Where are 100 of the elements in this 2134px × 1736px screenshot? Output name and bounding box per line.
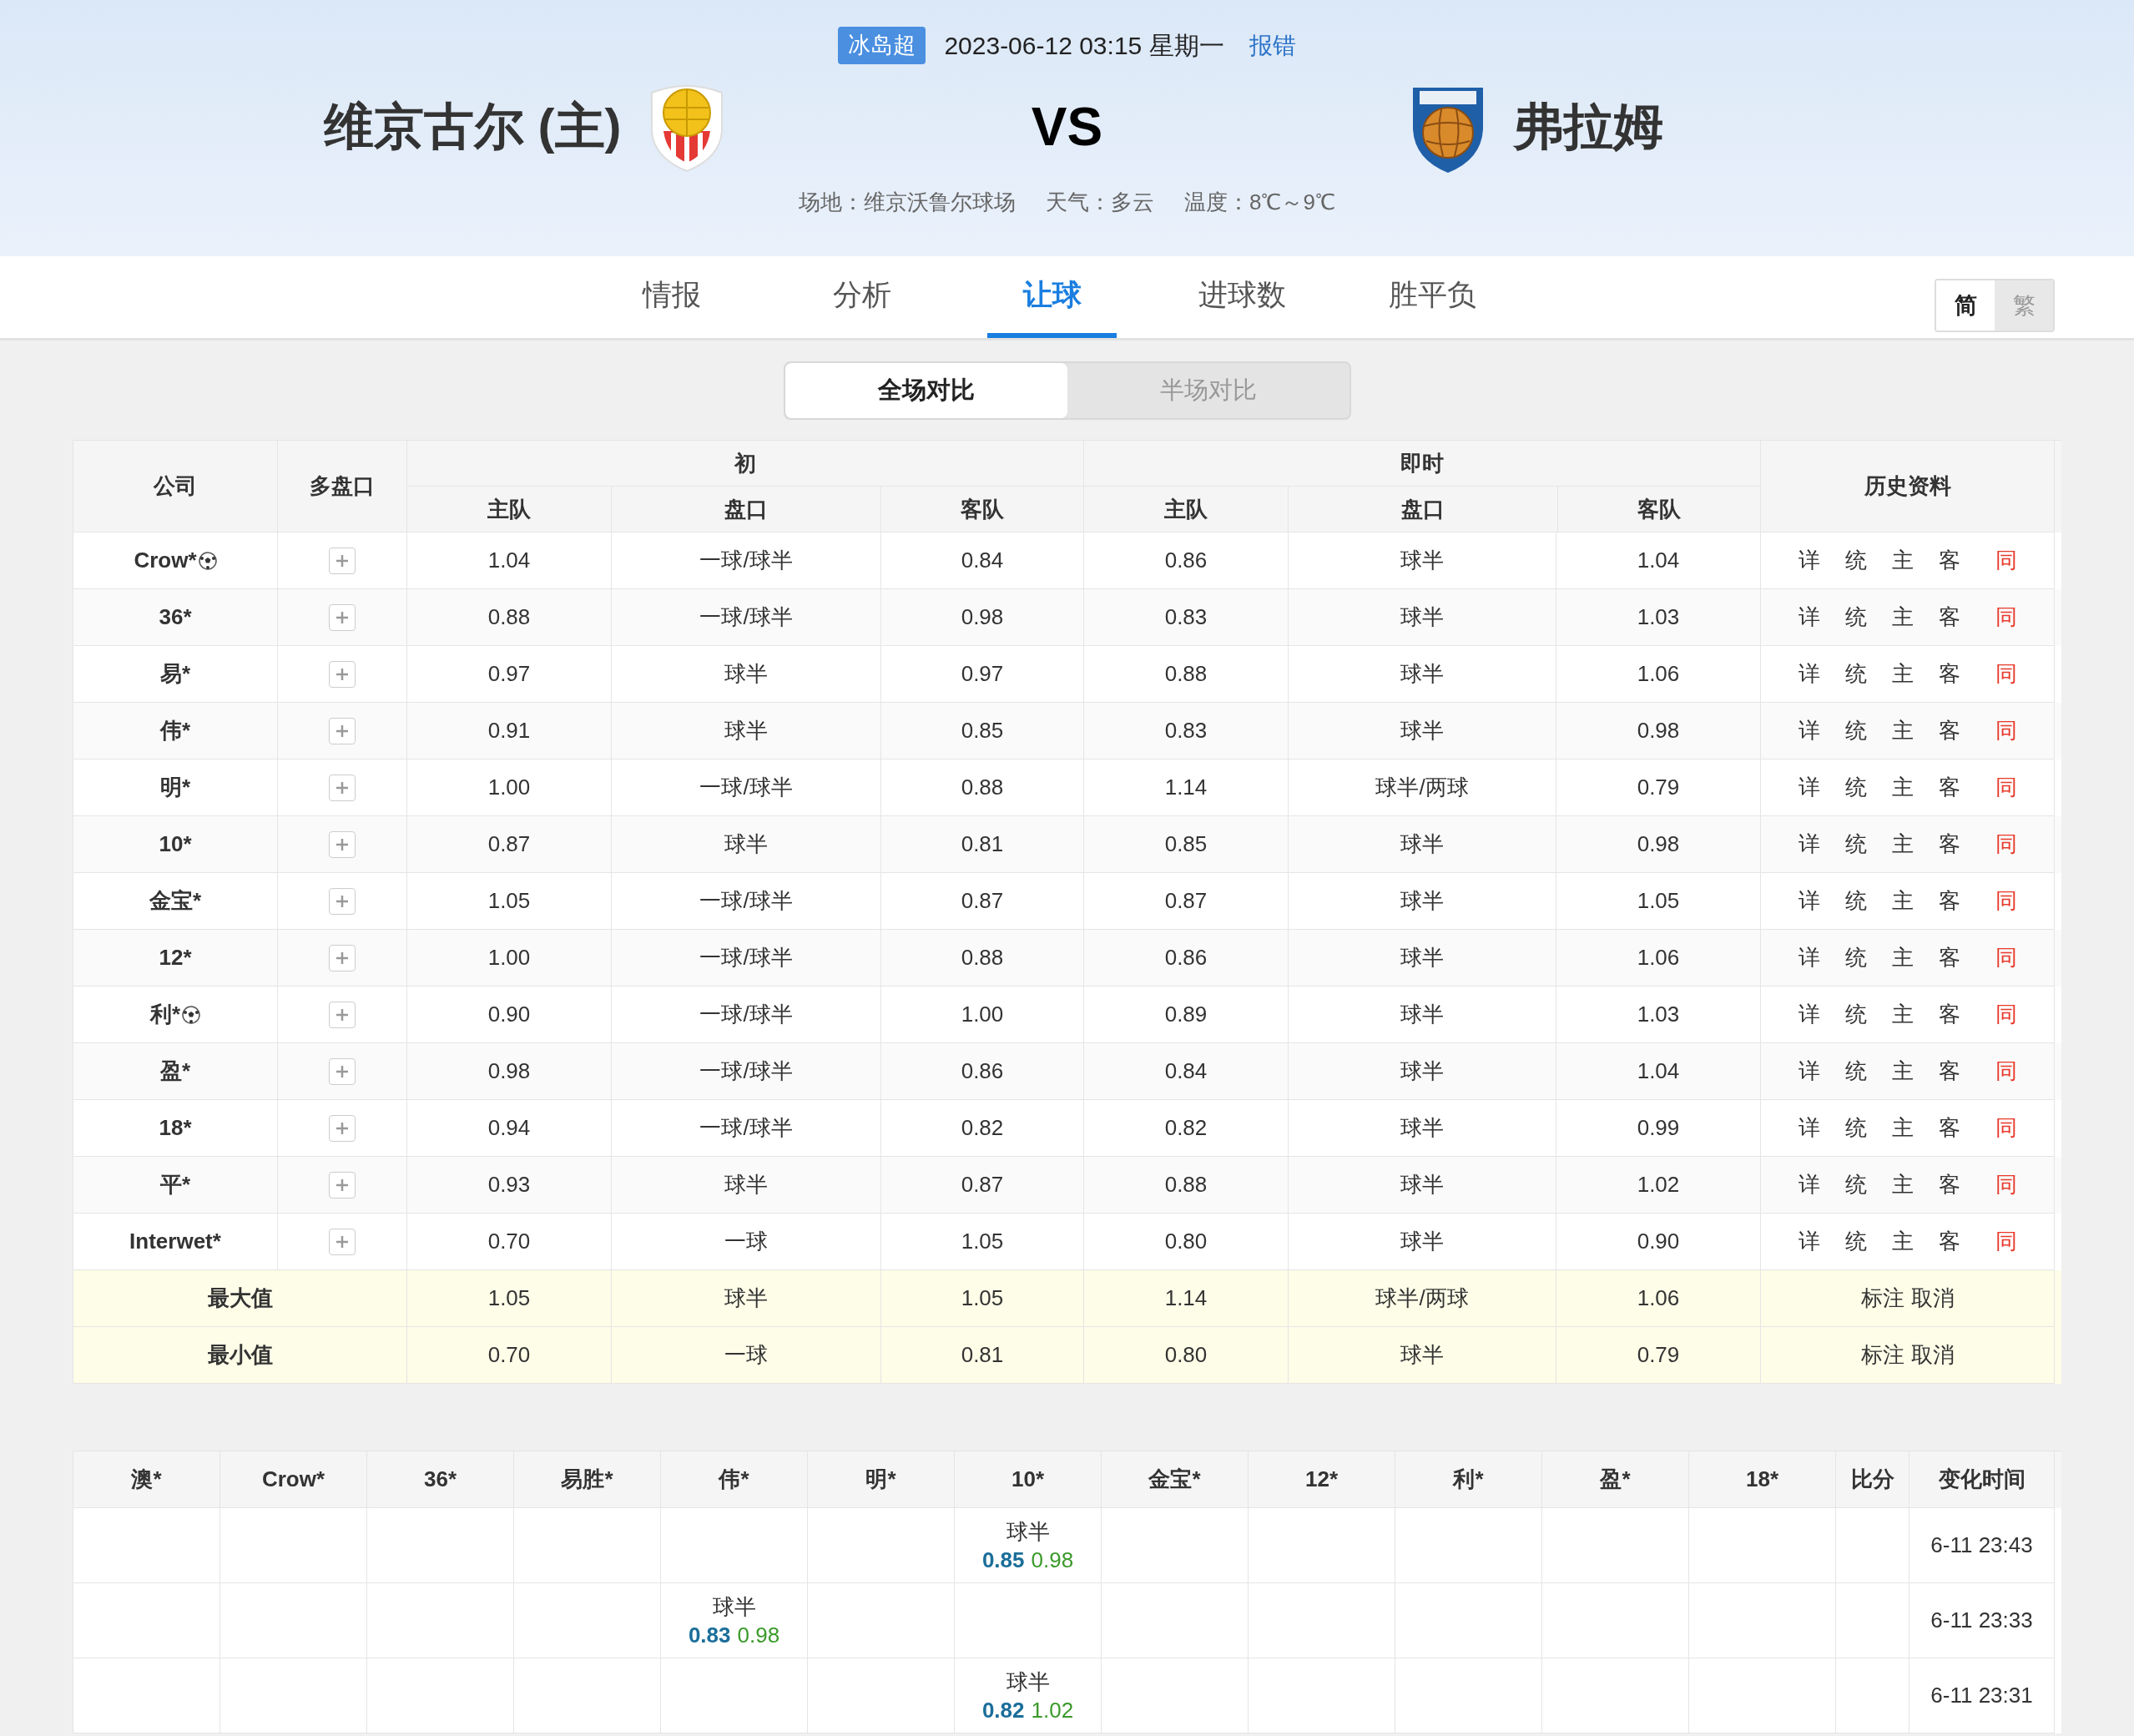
plus-icon — [335, 836, 350, 852]
history-link[interactable]: 客 — [1938, 658, 1960, 690]
nav-tab[interactable]: 胜平负 — [1368, 256, 1497, 338]
expand-button[interactable] — [329, 774, 356, 801]
history-link[interactable]: 统 — [1844, 658, 1867, 690]
expand-button[interactable] — [329, 660, 356, 688]
history-link[interactable]: 主 — [1891, 941, 1914, 974]
history-link[interactable]: 主 — [1891, 1055, 1914, 1088]
nav-tab[interactable]: 情报 — [607, 256, 736, 338]
column-header: 利* — [1395, 1451, 1542, 1508]
column-group-header: 即时 — [1084, 441, 1761, 487]
history-link[interactable]: 同 — [1995, 1168, 2017, 1201]
history-link[interactable]: 详 — [1798, 885, 1820, 917]
history-link[interactable]: 主 — [1891, 658, 1914, 690]
segment-option[interactable]: 全场对比 — [784, 363, 1067, 418]
expand-button[interactable] — [329, 830, 356, 858]
expand-button[interactable] — [329, 1001, 356, 1028]
history-link[interactable]: 客 — [1938, 828, 1960, 860]
history-link[interactable]: 统 — [1844, 771, 1867, 804]
company-name: Interwet* — [129, 1228, 221, 1255]
nav-tab[interactable]: 进球数 — [1178, 256, 1307, 338]
history-link[interactable]: 统 — [1844, 714, 1867, 747]
history-link[interactable]: 同 — [1995, 1055, 2017, 1088]
expand-button[interactable] — [329, 887, 356, 915]
history-link[interactable]: 统 — [1844, 885, 1867, 917]
history-link[interactable]: 同 — [1995, 544, 2017, 577]
expand-button[interactable] — [329, 1171, 356, 1199]
column-header: 变化时间 — [1910, 1451, 2055, 1508]
history-link[interactable]: 主 — [1891, 771, 1914, 804]
company-name: 盈* — [159, 1057, 191, 1085]
expand-button[interactable] — [329, 1228, 356, 1255]
history-link[interactable]: 统 — [1844, 544, 1867, 577]
history-link[interactable]: 主 — [1891, 828, 1914, 860]
history-link[interactable]: 客 — [1938, 601, 1960, 633]
history-link[interactable]: 统 — [1844, 828, 1867, 860]
history-link[interactable]: 主 — [1891, 714, 1914, 747]
history-link[interactable]: 统 — [1844, 998, 1867, 1031]
history-link[interactable]: 客 — [1938, 1225, 1960, 1258]
history-link[interactable]: 同 — [1995, 1225, 2017, 1258]
summary-action-link[interactable]: 取消 — [1910, 1282, 1955, 1315]
history-link[interactable]: 详 — [1798, 601, 1820, 633]
history-link[interactable]: 主 — [1891, 1168, 1914, 1201]
history-link[interactable]: 客 — [1938, 771, 1960, 804]
history-link[interactable]: 同 — [1995, 998, 2017, 1031]
history-link[interactable]: 详 — [1798, 771, 1820, 804]
history-link[interactable]: 同 — [1995, 941, 2017, 974]
history-link[interactable]: 详 — [1798, 714, 1820, 747]
history-link[interactable]: 同 — [1995, 885, 2017, 917]
expand-button[interactable] — [329, 944, 356, 971]
history-link[interactable]: 客 — [1938, 1168, 1960, 1201]
summary-cell: 0.70 — [407, 1327, 612, 1384]
expand-button[interactable] — [329, 603, 356, 631]
history-link[interactable]: 详 — [1798, 941, 1820, 974]
history-link[interactable]: 客 — [1938, 885, 1960, 917]
history-link[interactable]: 同 — [1995, 714, 2017, 747]
history-link[interactable]: 主 — [1891, 998, 1914, 1031]
report-link[interactable]: 报错 — [1249, 28, 1296, 63]
history-link[interactable]: 客 — [1938, 941, 1960, 974]
history-link[interactable]: 统 — [1844, 1168, 1867, 1201]
history-link[interactable]: 详 — [1798, 1055, 1820, 1088]
expand-button[interactable] — [329, 717, 356, 744]
history-link[interactable]: 同 — [1995, 771, 2017, 804]
history-link[interactable]: 主 — [1891, 1225, 1914, 1258]
history-link[interactable]: 主 — [1891, 601, 1914, 633]
nav-tab[interactable]: 让球 — [987, 256, 1117, 338]
history-link[interactable]: 统 — [1844, 1055, 1867, 1088]
history-link[interactable]: 统 — [1844, 1112, 1867, 1144]
history-link[interactable]: 详 — [1798, 828, 1820, 860]
history-link[interactable]: 客 — [1938, 544, 1960, 577]
history-link[interactable]: 详 — [1798, 544, 1820, 577]
column-header: 明* — [808, 1451, 955, 1508]
history-link[interactable]: 客 — [1938, 1055, 1960, 1088]
history-link[interactable]: 详 — [1798, 998, 1820, 1031]
history-link[interactable]: 详 — [1798, 658, 1820, 690]
history-link[interactable]: 同 — [1995, 658, 2017, 690]
summary-action-link[interactable]: 取消 — [1910, 1339, 1955, 1371]
column-header: 18* — [1689, 1451, 1836, 1508]
history-link[interactable]: 主 — [1891, 1112, 1914, 1144]
expand-button[interactable] — [329, 1114, 356, 1142]
history-link[interactable]: 同 — [1995, 828, 2017, 860]
history-link[interactable]: 详 — [1798, 1225, 1820, 1258]
nav-tab[interactable]: 分析 — [797, 256, 926, 338]
history-link[interactable]: 同 — [1995, 1112, 2017, 1144]
history-link[interactable]: 客 — [1938, 714, 1960, 747]
history-link[interactable]: 客 — [1938, 998, 1960, 1031]
expand-button[interactable] — [329, 1057, 356, 1085]
history-link[interactable]: 统 — [1844, 1225, 1867, 1258]
history-link[interactable]: 统 — [1844, 941, 1867, 974]
history-link[interactable]: 主 — [1891, 544, 1914, 577]
history-link[interactable]: 详 — [1798, 1112, 1820, 1144]
history-link[interactable]: 同 — [1995, 601, 2017, 633]
history-link[interactable]: 详 — [1798, 1168, 1820, 1201]
weather-info: 天气：多云 — [1046, 189, 1155, 216]
history-link[interactable]: 主 — [1891, 885, 1914, 917]
history-link[interactable]: 统 — [1844, 601, 1867, 633]
history-link[interactable]: 客 — [1938, 1112, 1960, 1144]
summary-action-link[interactable]: 标注 — [1860, 1339, 1904, 1371]
expand-button[interactable] — [329, 547, 356, 574]
away-odds: 1.02 — [1031, 1696, 1074, 1724]
summary-action-link[interactable]: 标注 — [1860, 1282, 1904, 1315]
